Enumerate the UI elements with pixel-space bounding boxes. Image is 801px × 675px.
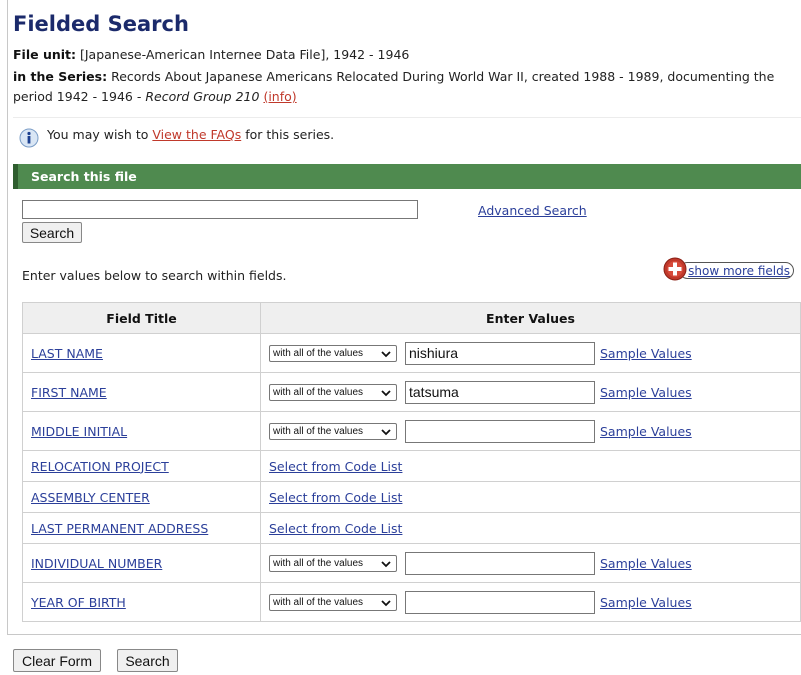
field-title-cell: YEAR OF BIRTH: [22, 582, 261, 622]
sample-values-link[interactable]: Sample Values: [600, 385, 692, 400]
field-title-link[interactable]: RELOCATION PROJECT: [31, 459, 169, 474]
advanced-search-link[interactable]: Advanced Search: [478, 203, 587, 218]
header-field-title: Field Title: [22, 302, 261, 334]
enter-values-cell: with all of the values Sample Values: [260, 582, 801, 622]
chevron-down-icon: [381, 560, 391, 567]
value-controls: with all of the values tatsuma Sample Valu…: [269, 380, 800, 404]
operator-select-value: with all of the values: [273, 386, 364, 398]
operator-select[interactable]: with all of the values: [269, 593, 397, 611]
show-more-fields-label: show more fields: [688, 264, 790, 278]
field-title-cell: ASSEMBLY CENTER: [22, 481, 261, 513]
sample-values-link[interactable]: Sample Values: [600, 595, 692, 610]
field-title-link[interactable]: MIDDLE INITIAL: [31, 424, 127, 439]
divider: [13, 117, 801, 118]
faq-suffix: for this series.: [241, 127, 335, 142]
select-from-code-list-link[interactable]: Select from Code List: [269, 521, 402, 536]
operator-select[interactable]: with all of the values: [269, 554, 397, 572]
field-title-link[interactable]: INDIVIDUAL NUMBER: [31, 556, 162, 571]
file-unit-value: [Japanese-American Internee Data File], …: [79, 47, 410, 62]
table-row: FIRST NAME with all of the values tatsuma S…: [22, 372, 801, 412]
operator-select-value: with all of the values: [273, 596, 364, 608]
series-label: in the Series:: [13, 69, 108, 84]
show-more-fields-button[interactable]: show more fields: [663, 257, 794, 281]
fields-table: Field Title Enter Values LAST NAME with a…: [22, 302, 801, 622]
field-title-cell: RELOCATION PROJECT: [22, 450, 261, 482]
field-title-cell: LAST PERMANENT ADDRESS: [22, 512, 261, 544]
table-row: RELOCATION PROJECT Select from Code List: [22, 450, 801, 482]
field-value-input[interactable]: nishiura: [405, 341, 595, 365]
enter-values-cell: Select from Code List: [260, 450, 801, 482]
sample-values-link[interactable]: Sample Values: [600, 424, 692, 439]
file-unit-label: File unit:: [13, 47, 76, 62]
show-more-pill: show more fields: [679, 262, 794, 279]
table-row: YEAR OF BIRTH with all of the values Sampl…: [22, 582, 801, 622]
search-panel-header: Search this file: [13, 164, 801, 189]
field-value-input[interactable]: tatsuma: [405, 380, 595, 404]
value-controls: with all of the values Sample Values: [269, 590, 800, 614]
table-row: LAST PERMANENT ADDRESS Select from Code L…: [22, 512, 801, 544]
file-unit-line: File unit: [Japanese-American Internee D…: [13, 47, 409, 62]
enter-values-cell: with all of the values Sample Values: [260, 411, 801, 451]
operator-select-value: with all of the values: [273, 425, 364, 437]
sample-values-link[interactable]: Sample Values: [600, 556, 692, 571]
chevron-down-icon: [381, 599, 391, 606]
footer-search-button[interactable]: Search: [117, 649, 178, 672]
operator-select-value: with all of the values: [273, 557, 364, 569]
sample-values-link[interactable]: Sample Values: [600, 346, 692, 361]
value-controls: with all of the values nishiura Sample Val…: [269, 341, 800, 365]
enter-values-cell: Select from Code List: [260, 512, 801, 544]
chevron-down-icon: [381, 350, 391, 357]
table-row: LAST NAME with all of the values nishiura S…: [22, 333, 801, 373]
field-title-cell: MIDDLE INITIAL: [22, 411, 261, 451]
page-border-bottom: [7, 634, 801, 635]
chevron-down-icon: [381, 428, 391, 435]
table-row: ASSEMBLY CENTER Select from Code List: [22, 481, 801, 513]
chevron-down-icon: [381, 389, 391, 396]
value-controls: with all of the values Sample Values: [269, 419, 800, 443]
instructions-text: Enter values below to search within fiel…: [22, 268, 287, 283]
enter-values-cell: with all of the values nishiura Sample Val…: [260, 333, 801, 373]
field-value-input[interactable]: [405, 419, 595, 443]
select-from-code-list-link[interactable]: Select from Code List: [269, 490, 402, 505]
field-title-cell: FIRST NAME: [22, 372, 261, 412]
table-row: INDIVIDUAL NUMBER with all of the values S…: [22, 543, 801, 583]
field-value-input[interactable]: [405, 551, 595, 575]
enter-values-cell: with all of the values tatsuma Sample Valu…: [260, 372, 801, 412]
operator-select[interactable]: with all of the values: [269, 383, 397, 401]
enter-values-cell: Select from Code List: [260, 481, 801, 513]
field-title-cell: INDIVIDUAL NUMBER: [22, 543, 261, 583]
select-from-code-list-link[interactable]: Select from Code List: [269, 459, 402, 474]
field-title-link[interactable]: ASSEMBLY CENTER: [31, 490, 150, 505]
faq-notice: You may wish to View the FAQs for this s…: [47, 127, 334, 142]
page-title: Fielded Search: [13, 12, 189, 36]
info-icon: [19, 128, 39, 148]
info-link[interactable]: (info): [263, 89, 296, 104]
enter-values-cell: with all of the values Sample Values: [260, 543, 801, 583]
view-faqs-link[interactable]: View the FAQs: [152, 127, 241, 142]
operator-select[interactable]: with all of the values: [269, 422, 397, 440]
faq-prefix: You may wish to: [47, 127, 153, 142]
field-title-link[interactable]: YEAR OF BIRTH: [31, 595, 126, 610]
page-border-left: [7, 0, 8, 635]
series-line: in the Series: Records About Japanese Am…: [13, 67, 798, 107]
search-panel-title: Search this file: [31, 169, 137, 184]
field-title-link[interactable]: FIRST NAME: [31, 385, 107, 400]
search-button[interactable]: Search: [22, 222, 82, 243]
field-title-link[interactable]: LAST NAME: [31, 346, 103, 361]
series-text: Records About Japanese Americans Relocat…: [13, 69, 775, 104]
record-group: Record Group 210: [145, 89, 260, 104]
header-enter-values: Enter Values: [260, 302, 801, 334]
table-row: MIDDLE INITIAL with all of the values Samp…: [22, 411, 801, 451]
operator-select[interactable]: with all of the values: [269, 344, 397, 362]
fielded-search-page: Fielded Search File unit: [Japanese-Amer…: [0, 0, 801, 675]
clear-form-button[interactable]: Clear Form: [13, 649, 101, 672]
field-value-input[interactable]: [405, 590, 595, 614]
header-accent: [13, 164, 18, 189]
operator-select-value: with all of the values: [273, 347, 364, 359]
plus-circle-icon: [663, 257, 687, 281]
field-title-cell: LAST NAME: [22, 333, 261, 373]
field-title-link[interactable]: LAST PERMANENT ADDRESS: [31, 521, 208, 536]
search-input[interactable]: [22, 200, 418, 219]
value-controls: with all of the values Sample Values: [269, 551, 800, 575]
